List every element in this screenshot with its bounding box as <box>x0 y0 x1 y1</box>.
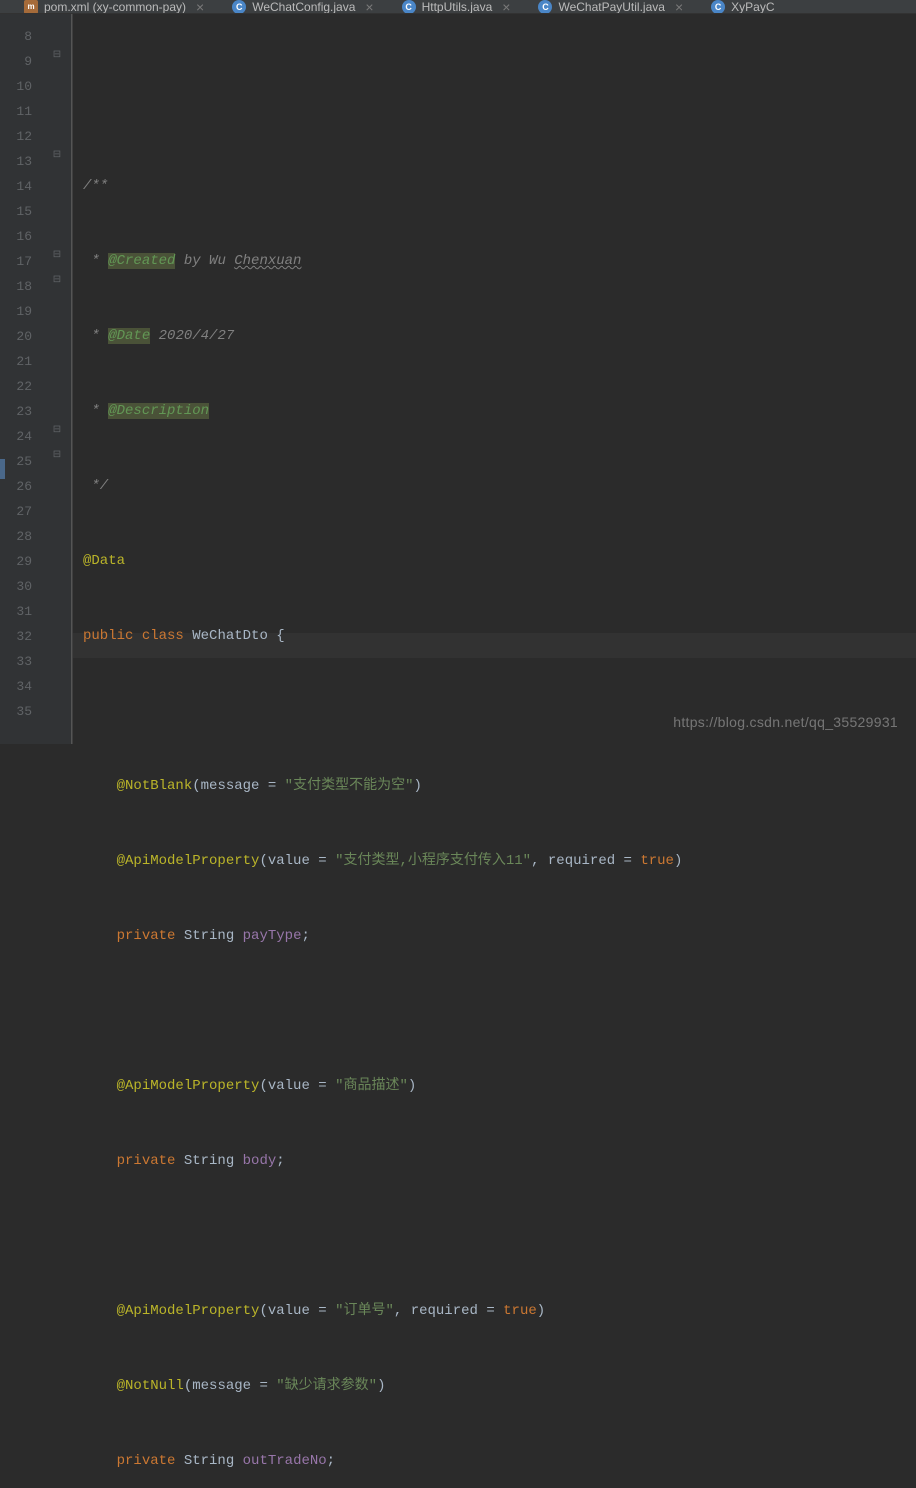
tab-label: pom.xml (xy-common-pay) <box>44 0 186 14</box>
line-number: 9 <box>0 49 32 74</box>
fold-icon[interactable]: ⊟ <box>50 274 64 286</box>
line-number: 31 <box>0 599 32 624</box>
line-number: 27 <box>0 499 32 524</box>
code-line: @ApiModelProperty(value = "订单号", require… <box>73 1299 916 1324</box>
code-line <box>73 999 916 1024</box>
code-line: /** <box>73 174 916 199</box>
line-number: 21 <box>0 349 32 374</box>
code-line: @NotBlank(message = "支付类型不能为空") <box>73 774 916 799</box>
line-number: 23 <box>0 399 32 424</box>
code-line: @ApiModelProperty(value = "支付类型,小程序支付传入1… <box>73 849 916 874</box>
fold-close-icon[interactable]: ⊟ <box>50 149 64 161</box>
tab-label: WeChatConfig.java <box>252 0 355 14</box>
line-number: 8 <box>0 24 32 49</box>
tab-label: WeChatPayUtil.java <box>558 0 665 14</box>
line-number: 24 <box>0 424 32 449</box>
code-line: * @Description <box>73 399 916 424</box>
close-icon[interactable]: × <box>502 0 510 14</box>
class-icon: C <box>711 0 725 14</box>
tab-label: XyPayC <box>731 0 774 14</box>
line-number: 28 <box>0 524 32 549</box>
line-number: 19 <box>0 299 32 324</box>
line-number: 18 <box>0 274 32 299</box>
class-icon: C <box>402 0 416 14</box>
code-line: @NotNull(message = "缺少请求参数") <box>73 1374 916 1399</box>
code-line: private String payType; <box>73 924 916 949</box>
fold-icon[interactable]: ⊟ <box>50 249 64 261</box>
code-line: @ApiModelProperty(value = "商品描述") <box>73 1074 916 1099</box>
code-line: */ <box>73 474 916 499</box>
tab-xypay[interactable]: C XyPayC <box>705 0 780 13</box>
line-number: 13 <box>0 149 32 174</box>
class-icon: C <box>538 0 552 14</box>
line-number: 33 <box>0 649 32 674</box>
line-number-gutter: 8910111213141516171819202122232425262728… <box>0 14 46 744</box>
line-number: 34 <box>0 674 32 699</box>
fold-open-icon[interactable]: ⊟ <box>50 49 64 61</box>
tab-wechatpayutil[interactable]: C WeChatPayUtil.java × <box>532 0 689 13</box>
tab-label: HttpUtils.java <box>422 0 493 14</box>
code-area[interactable]: /** * @Created by Wu Chenxuan * @Date 20… <box>72 14 916 744</box>
code-line: @Data <box>73 549 916 574</box>
code-line <box>73 1224 916 1249</box>
code-line: public class WeChatDto { <box>73 624 916 649</box>
line-number: 15 <box>0 199 32 224</box>
fold-icon[interactable]: ⊟ <box>50 449 64 461</box>
line-number: 12 <box>0 124 32 149</box>
line-number: 35 <box>0 699 32 724</box>
line-number: 22 <box>0 374 32 399</box>
code-line: * @Date 2020/4/27 <box>73 324 916 349</box>
line-number: 16 <box>0 224 32 249</box>
code-line: private String outTradeNo; <box>73 1449 916 1474</box>
code-editor[interactable]: 8910111213141516171819202122232425262728… <box>0 14 916 744</box>
code-line <box>73 99 916 124</box>
tab-wechatconfig[interactable]: C WeChatConfig.java × <box>226 0 379 13</box>
editor-tabs: m pom.xml (xy-common-pay) × C WeChatConf… <box>0 0 916 14</box>
close-icon[interactable]: × <box>196 0 204 14</box>
class-icon: C <box>232 0 246 14</box>
line-number: 32 <box>0 624 32 649</box>
close-icon[interactable]: × <box>365 0 373 14</box>
close-icon[interactable]: × <box>675 0 683 14</box>
line-number: 30 <box>0 574 32 599</box>
fold-column: ⊟ ⊟ ⊟ ⊟ ⊟ ⊟ <box>46 14 72 744</box>
line-number: 17 <box>0 249 32 274</box>
code-line: * @Created by Wu Chenxuan <box>73 249 916 274</box>
line-number: 14 <box>0 174 32 199</box>
line-number: 11 <box>0 99 32 124</box>
watermark-text: https://blog.csdn.net/qq_35529931 <box>673 714 898 730</box>
code-line: private String body; <box>73 1149 916 1174</box>
line-number: 29 <box>0 549 32 574</box>
gutter-marker <box>0 459 5 479</box>
line-number: 20 <box>0 324 32 349</box>
fold-icon[interactable]: ⊟ <box>50 424 64 436</box>
xml-icon: m <box>24 0 38 14</box>
tab-httputils[interactable]: C HttpUtils.java × <box>396 0 517 13</box>
line-number: 10 <box>0 74 32 99</box>
tab-pom[interactable]: m pom.xml (xy-common-pay) × <box>18 0 210 13</box>
